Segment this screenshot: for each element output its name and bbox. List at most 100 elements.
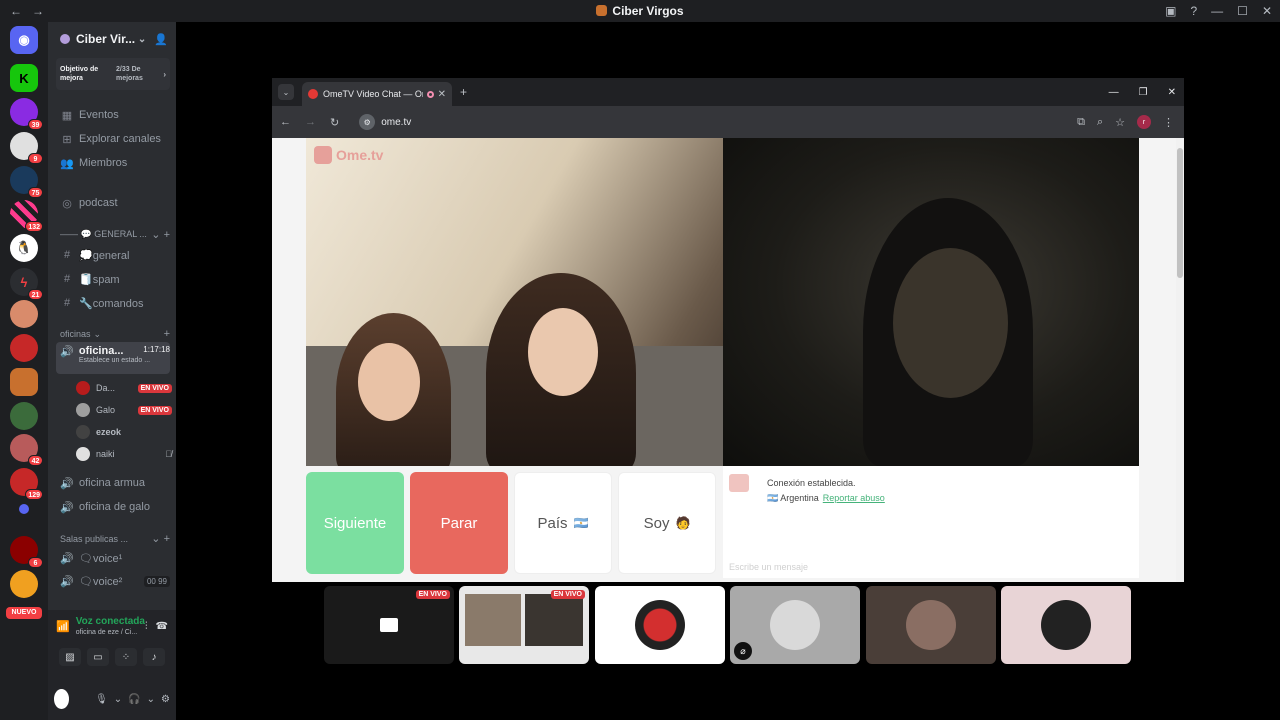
next-button[interactable]: Siguiente [306,472,404,574]
participant-tile[interactable] [1001,586,1131,664]
chevron-plus-icon[interactable]: ⌄ + [151,228,170,241]
microphone-icon[interactable]: 🎙 [95,694,108,705]
participant-tile[interactable] [866,586,996,664]
add-channel-icon[interactable]: + [164,328,170,340]
voice-user[interactable]: naiki 🎙̸ [76,444,172,464]
server-icon-3[interactable]: 75 [10,166,43,198]
server-header[interactable]: Ciber Vir... ⌄ 👤 [48,22,176,56]
activities-icon[interactable]: ⁘ [115,648,137,666]
noise-suppression-icon[interactable]: ⫶ [145,621,148,632]
chat-input[interactable]: Escribe un mensaje [729,562,808,572]
voice-user[interactable]: Galo EN VIVO [76,400,172,420]
zoom-icon[interactable]: ⌕ [1097,116,1103,129]
boost-goal[interactable]: Objetivo de mejora 2/33 De mejoras › [56,58,170,90]
bookmark-star-icon[interactable]: ☆ [1115,116,1125,129]
disconnect-icon[interactable]: ☎ [156,621,168,632]
participant-tile[interactable]: EN VIVO [459,586,589,664]
browse-channels-link[interactable]: ⊞ Explorar canales [56,128,170,150]
tab-search-icon[interactable]: ⌄ [278,84,294,100]
hash-icon: # [63,297,71,309]
close-tab-icon[interactable]: ✕ [438,89,446,100]
headphones-icon[interactable]: 🎧 [128,694,140,705]
maximize-button[interactable]: ☐ [1237,4,1248,18]
server-icon-2[interactable]: 9 [10,132,43,164]
server-icon-5[interactable]: ϟ 21 [10,268,43,300]
reload-icon[interactable]: ↻ [330,116,339,129]
server-penguin-icon[interactable]: 🐧 [10,234,38,262]
server-icon-11[interactable]: 6 [10,536,43,568]
server-icon-8[interactable] [10,402,38,430]
chevron-plus-icon[interactable]: ⌄ + [151,532,170,545]
close-button[interactable]: ✕ [1168,87,1176,98]
site-info-icon[interactable]: ⚙ [359,114,376,130]
server-icon-10[interactable]: 129 [10,468,43,500]
voice-channel-voice1[interactable]: 🔊 🗨voice¹ [56,547,170,569]
server-icon-9[interactable]: 42 [10,434,43,466]
back-arrow-icon[interactable]: ← [280,116,291,128]
browser-tab[interactable]: OmeTV Video Chat — Ome ✕ [302,82,452,106]
scrollbar-thumb[interactable] [1177,148,1183,278]
screen-share-icon[interactable]: ▭ [87,648,109,666]
forward-arrow-icon[interactable]: → [305,116,316,128]
chevron-down-icon[interactable]: ⌄ [138,34,146,45]
gender-button[interactable]: Soy 🧑 [618,472,716,574]
new-tab-icon[interactable]: + [460,85,467,99]
members-link[interactable]: 👥 Miembros [56,152,170,174]
restore-button[interactable]: ❐ [1139,87,1148,98]
country-button[interactable]: País 🇦🇷 [514,472,612,574]
close-button[interactable]: ✕ [1262,4,1272,18]
minimize-button[interactable]: — [1211,4,1223,18]
back-arrow-icon[interactable]: ← [10,4,22,18]
server-badge: 132 [25,221,43,232]
category-oficinas[interactable]: oficinas ⌄ + [60,328,170,340]
participant-tile[interactable]: EN VIVO [324,586,454,664]
channel-general[interactable]: # 💭general [56,244,170,266]
minimize-button[interactable]: — [1109,87,1119,98]
voice-channel-voice2[interactable]: 🔊 🗨voice² 00 99 [56,570,170,592]
avatar [1041,600,1091,650]
address-bar[interactable]: ⚙ ome.tv [359,114,411,130]
settings-gear-icon[interactable]: ⚙ [161,694,170,705]
category-general[interactable]: —— 💬 GENERAL ... ⌄ + [60,228,170,241]
voice-channel-path[interactable]: oficina de eze / Ci... [76,629,145,636]
participant-tile[interactable]: ⌀ [730,586,860,664]
folder-icon[interactable] [19,504,29,514]
server-icon-6[interactable] [10,300,38,328]
stop-button[interactable]: Parar [410,472,508,574]
menu-dots-icon[interactable]: ⋮ [1163,116,1174,129]
voice-user[interactable]: Da... EN VIVO [76,378,172,398]
server-icon-12[interactable] [10,570,38,598]
camera-off-icon[interactable]: ▨ [59,648,81,666]
channel-comandos[interactable]: # 🔧comandos [56,292,170,314]
channel-spam[interactable]: # 🧻spam [56,268,170,290]
signal-icon[interactable]: 📶 [56,620,70,633]
voice-channel-status[interactable]: Establece un estado ... [79,357,170,364]
voice-channel-galo[interactable]: 🔊 oficina de galo [56,496,170,518]
events-link[interactable]: ▦ Eventos [56,104,170,126]
help-icon[interactable]: ? [1190,4,1197,18]
chevron-down-icon[interactable]: ⌄ [147,694,155,705]
calendar-icon: ▦ [61,109,73,122]
inbox-icon[interactable]: ▣ [1165,4,1176,18]
forward-arrow-icon[interactable]: → [32,4,44,18]
home-discord-icon[interactable]: ◉ [10,26,38,54]
report-abuse-link[interactable]: Reportar abuso [823,493,885,503]
server-icon-1[interactable]: 39 [10,98,43,130]
podcast-channel[interactable]: ◎ podcast [56,192,170,214]
soundboard-icon[interactable]: ♪ [143,648,165,666]
voice-channel-armua[interactable]: 🔊 oficina armua [56,472,170,494]
invite-icon[interactable]: 👤 [154,33,168,46]
voice-user[interactable]: ezeok [76,422,172,442]
voice-channel-oficina-active[interactable]: 🔊 oficina... 1:17:18 Establece un estado … [56,342,170,374]
server-ciber-virgos-icon[interactable] [10,368,38,396]
profile-avatar[interactable]: r [1137,115,1151,129]
category-salas[interactable]: Salas publicas ... ⌄ + [60,532,170,545]
cast-icon[interactable]: ⧉ [1077,116,1085,129]
server-icon-4[interactable]: 132 [10,200,43,232]
avatar[interactable] [54,689,70,709]
server-k-icon[interactable]: K [10,64,38,92]
participant-tile[interactable] [595,586,725,664]
chevron-down-icon[interactable]: ⌄ [114,694,122,705]
server-icon-7[interactable] [10,334,38,362]
page-scrollbar[interactable] [1176,138,1184,582]
